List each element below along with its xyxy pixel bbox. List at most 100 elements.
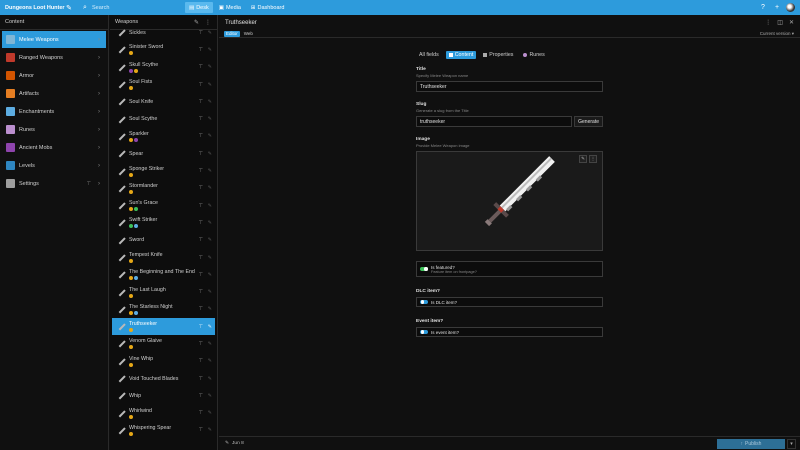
pin-icon[interactable]: ⊤ — [199, 220, 203, 226]
featured-toggle-card[interactable]: Is featured? Feature item on frontpage? — [416, 261, 603, 277]
list-item[interactable]: Skull Scythe ⊤ ✎ — [112, 59, 215, 76]
pin-icon[interactable]: ⊤ — [199, 64, 203, 70]
edit-icon[interactable]: ✎ — [208, 289, 212, 295]
close-icon[interactable]: ✕ — [789, 19, 794, 26]
pin-icon[interactable]: ⊤ — [199, 151, 203, 157]
list-item[interactable]: Sinister Sword ⊤ ✎ — [112, 41, 215, 58]
help-icon[interactable]: ? — [758, 3, 768, 13]
list-item[interactable]: The Beginning and The End ⊤ ✎ — [112, 266, 215, 283]
category-item[interactable]: Ancient Mobs › — [2, 139, 106, 156]
pin-icon[interactable]: ⊤ — [199, 427, 203, 433]
add-icon[interactable]: + — [772, 3, 782, 13]
tab-properties[interactable]: Properties — [480, 51, 516, 59]
tab-content[interactable]: Content — [445, 51, 477, 59]
event-toggle-card[interactable]: Is event item? — [416, 327, 603, 337]
more-vertical-icon[interactable]: ⋮ — [589, 155, 597, 163]
pin-icon[interactable]: ⊤ — [199, 82, 203, 88]
pin-icon[interactable]: ⊤ — [199, 289, 203, 295]
tab-all-fields[interactable]: All fields — [416, 51, 442, 59]
pin-icon[interactable]: ⊤ — [199, 237, 203, 243]
list-item[interactable]: Void Touched Blades ⊤ ✎ — [112, 370, 215, 387]
category-item[interactable]: Enchantments › — [2, 103, 106, 120]
dlc-toggle[interactable] — [420, 299, 428, 305]
pin-icon[interactable]: ⊤ — [199, 393, 203, 399]
edit-icon[interactable]: ✎ — [208, 341, 212, 347]
category-item[interactable]: Levels › — [2, 157, 106, 174]
more-vertical-icon[interactable]: ⋮ — [765, 19, 771, 26]
edit-history-icon[interactable]: ✎ — [225, 441, 229, 446]
generate-button[interactable]: Generate — [574, 116, 603, 127]
pin-icon[interactable]: ⊤ — [199, 410, 203, 416]
pin-icon[interactable]: ⊤ — [199, 324, 203, 330]
category-item[interactable]: Runes › — [2, 121, 106, 138]
category-item[interactable]: Artifacts › — [2, 85, 106, 102]
edit-icon[interactable]: ✎ — [208, 376, 212, 382]
edit-icon[interactable]: ✎ — [208, 272, 212, 278]
edit-icon[interactable]: ✎ — [208, 358, 212, 364]
tab-editor[interactable]: Editor — [224, 30, 240, 37]
list-item[interactable]: Vine Whip ⊤ ✎ — [112, 353, 215, 370]
list-item[interactable]: Sponge Striker ⊤ ✎ — [112, 162, 215, 179]
edit-image-icon[interactable]: ✎ — [579, 155, 587, 163]
pin-icon[interactable]: ⊤ — [199, 133, 203, 139]
list-item[interactable]: Truthseeker ⊤ ✎ — [112, 318, 215, 336]
pin-icon[interactable]: ⊤ — [199, 272, 203, 278]
edit-icon[interactable]: ✎ — [208, 185, 212, 191]
pin-icon[interactable]: ⊤ — [199, 99, 203, 105]
image-preview[interactable]: ✎ ⋮ — [416, 151, 603, 251]
list-item[interactable]: Sparkler ⊤ ✎ — [112, 128, 215, 145]
compose-icon[interactable]: ✎ — [64, 3, 74, 13]
list-item[interactable]: Soul Fists ⊤ ✎ — [112, 76, 215, 93]
edit-icon[interactable]: ✎ — [208, 133, 212, 139]
search-input[interactable] — [92, 4, 182, 11]
pin-icon[interactable]: ⊤ — [199, 341, 203, 347]
list-item[interactable]: Whirlwind ⊤ ✎ — [112, 405, 215, 422]
event-toggle[interactable] — [420, 329, 428, 335]
list-item[interactable]: Spear ⊤ ✎ — [112, 145, 215, 162]
pin-icon[interactable]: ⊤ — [199, 47, 203, 53]
list-item[interactable]: Venom Glaive ⊤ ✎ — [112, 335, 215, 352]
pin-icon[interactable]: ⊤ — [199, 30, 203, 36]
pin-icon[interactable]: ⊤ — [199, 116, 203, 122]
list-item[interactable]: Stormlander ⊤ ✎ — [112, 180, 215, 197]
pin-icon[interactable]: ⊤ — [199, 185, 203, 191]
list-item[interactable]: Sword ⊤ ✎ — [112, 232, 215, 249]
dlc-toggle-card[interactable]: Is DLC item? — [416, 297, 603, 307]
nav-tab-media[interactable]: ▣ Media — [215, 2, 245, 13]
pin-icon[interactable]: ⊤ — [199, 376, 203, 382]
edit-icon[interactable]: ✎ — [208, 203, 212, 209]
publish-button[interactable]: ↑ Publish — [717, 439, 785, 449]
edit-icon[interactable]: ✎ — [208, 168, 212, 174]
edit-icon[interactable]: ✎ — [208, 116, 212, 122]
publish-menu-chevron-icon[interactable]: ▾ — [787, 439, 796, 449]
edit-icon[interactable]: ✎ — [208, 99, 212, 105]
avatar[interactable] — [786, 3, 795, 12]
list-item[interactable]: Soul Knife ⊤ ✎ — [112, 93, 215, 110]
list-item[interactable]: Whispering Spear ⊤ ✎ — [112, 422, 215, 439]
app-title[interactable]: Dungeons Loot Hunter — [0, 5, 65, 11]
edit-icon[interactable]: ✎ — [208, 410, 212, 416]
edit-icon[interactable]: ✎ — [208, 306, 212, 312]
category-item[interactable]: Armor › — [2, 67, 106, 84]
edit-icon[interactable]: ✎ — [208, 427, 212, 433]
edit-icon[interactable]: ✎ — [208, 237, 212, 243]
version-selector[interactable]: Current version ▾ — [760, 31, 794, 37]
list-item[interactable]: Sun's Grace ⊤ ✎ — [112, 197, 215, 214]
edit-icon[interactable]: ✎ — [208, 220, 212, 226]
pin-icon[interactable]: ⊤ — [199, 168, 203, 174]
category-item[interactable]: Melee Weapons › — [2, 31, 106, 48]
edit-icon[interactable]: ✎ — [208, 30, 212, 36]
edit-icon[interactable]: ✎ — [208, 393, 212, 399]
nav-tab-desk[interactable]: ▤ Desk — [185, 2, 213, 13]
edit-icon[interactable]: ✎ — [208, 82, 212, 88]
featured-toggle[interactable] — [420, 266, 428, 272]
pin-icon[interactable]: ⊤ — [87, 181, 91, 187]
list-item[interactable]: Soul Scythe ⊤ ✎ — [112, 110, 215, 127]
pin-icon[interactable]: ⊤ — [199, 306, 203, 312]
tab-runes[interactable]: Runes — [520, 51, 547, 59]
list-item[interactable]: The Last Laugh ⊤ ✎ — [112, 283, 215, 300]
title-input[interactable]: Truthseeker — [416, 81, 603, 92]
edit-icon[interactable]: ✎ — [208, 47, 212, 53]
nav-tab-dashboard[interactable]: ⊞ Dashboard — [247, 2, 289, 13]
list-item[interactable]: The Starless Night ⊤ ✎ — [112, 301, 215, 318]
